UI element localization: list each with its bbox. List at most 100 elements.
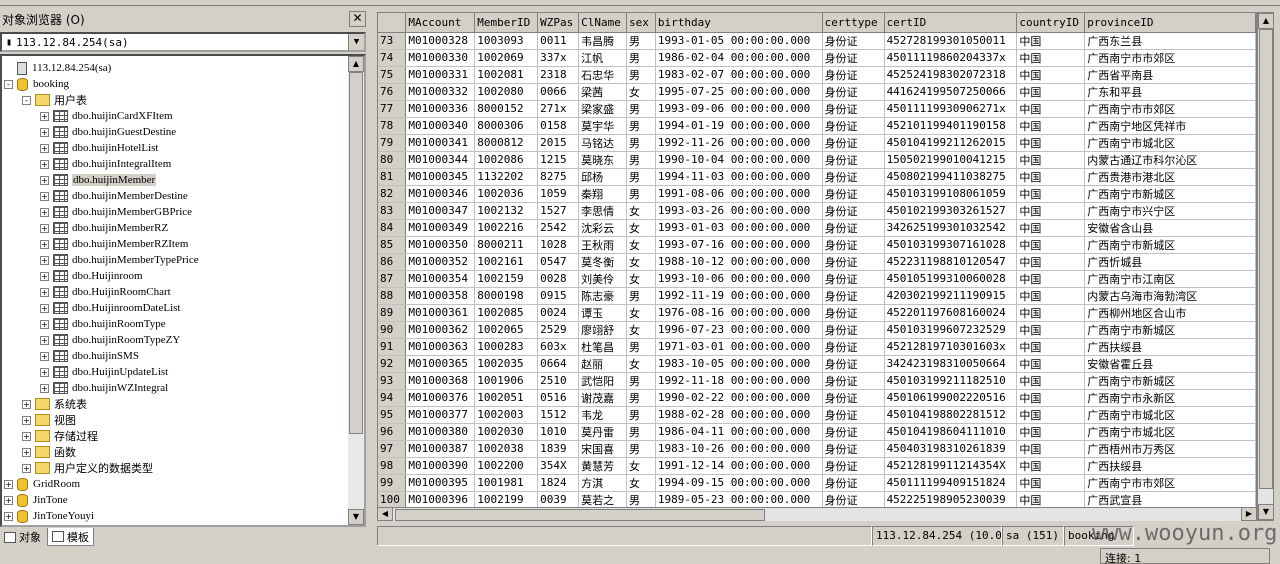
expand-icon[interactable]: + (22, 447, 31, 457)
table-cell[interactable]: 男 (626, 168, 656, 186)
table-cell[interactable]: 452728199301050011 (884, 32, 1018, 50)
table-cell[interactable]: 男 (626, 49, 656, 67)
table-cell[interactable]: 342423198310050664 (884, 355, 1018, 373)
table-cell[interactable]: 1002065 (474, 321, 539, 339)
table-cell[interactable]: 女 (626, 253, 656, 271)
table-cell[interactable]: M01000354 (405, 270, 476, 288)
table-cell[interactable]: 中国 (1016, 474, 1086, 492)
table-cell[interactable]: 女 (626, 219, 656, 237)
table-cell[interactable]: M01000340 (405, 117, 476, 135)
table-cell[interactable]: 女 (626, 83, 656, 101)
tree-node[interactable]: + dbo.huijinMemberRZItem (40, 236, 188, 252)
table-cell[interactable]: 1002132 (474, 202, 539, 220)
table-cell[interactable]: 1002030 (474, 423, 539, 441)
expand-icon[interactable]: + (4, 479, 13, 489)
table-cell[interactable]: 452524198302072318 (884, 66, 1018, 84)
table-cell[interactable]: 邱杨 (578, 168, 628, 186)
table-cell[interactable]: 身份证 (822, 304, 885, 322)
table-cell[interactable]: 谭玉 (578, 304, 628, 322)
table-cell[interactable]: 身份证 (822, 134, 885, 152)
table-cell[interactable]: M01000352 (405, 253, 476, 271)
collapse-icon[interactable]: - (4, 79, 13, 89)
table-cell[interactable]: 身份证 (822, 83, 885, 101)
expand-icon[interactable]: + (40, 367, 49, 377)
table-cell[interactable]: 1983-10-05 00:00:00.000 (655, 355, 823, 373)
table-cell[interactable]: 8000812 (474, 134, 539, 152)
row-number[interactable]: 86 (378, 253, 407, 271)
table-cell[interactable]: 452231198810120547 (884, 253, 1018, 271)
table-cell[interactable]: 450103199211182510 (884, 372, 1018, 390)
expand-icon[interactable]: + (40, 191, 49, 201)
tree-node[interactable]: + 视图 (22, 412, 76, 428)
table-row[interactable]: 94 M01000376 1002051 0516 谢茂嘉男 1990-02-22 00:… (378, 389, 1256, 407)
table-cell[interactable]: 广西南宁市新城区 (1084, 321, 1256, 339)
table-cell[interactable]: 身份证 (822, 338, 885, 356)
table-row[interactable]: 76 M01000332 1002080 0066 梁茜女 1995-07-25 00:0… (378, 83, 1256, 101)
table-cell[interactable]: 陈志豪 (578, 287, 628, 305)
table-cell[interactable]: 中国 (1016, 372, 1086, 390)
tree-node[interactable]: + dbo.huijinGuestDestine (40, 124, 176, 140)
column-header[interactable]: certtype (822, 13, 885, 33)
table-cell[interactable]: 中国 (1016, 457, 1086, 475)
table-cell[interactable]: 603x (537, 338, 580, 356)
table-cell[interactable]: 0915 (537, 287, 580, 305)
grid-scrollbar-horizontal[interactable]: ◀ ▶ (377, 507, 1257, 521)
table-row[interactable]: 80 M01000344 1002086 1215 莫晓东男 1990-10-04 00:… (378, 151, 1256, 169)
table-cell[interactable]: 1994-09-15 00:00:00.000 (655, 474, 823, 492)
server-select[interactable]: ▮ 113.12.84.254(sa) ▼ (0, 32, 366, 52)
table-cell[interactable]: M01000341 (405, 134, 476, 152)
table-cell[interactable]: M01000361 (405, 304, 476, 322)
table-cell[interactable]: M01000390 (405, 457, 476, 475)
table-cell[interactable]: 马铭达 (578, 134, 628, 152)
tree-node[interactable]: + dbo.huijinCardXFItem (40, 108, 173, 124)
table-cell[interactable]: 男 (626, 338, 656, 356)
table-cell[interactable]: 广西南宁市新城区 (1084, 372, 1256, 390)
table-cell[interactable]: 8000211 (474, 236, 539, 254)
table-row[interactable]: 82 M01000346 1002036 1059 秦翔男 1991-08-06 00:0… (378, 185, 1256, 203)
table-cell[interactable]: 中国 (1016, 66, 1086, 84)
expand-icon[interactable]: + (22, 463, 31, 473)
row-number[interactable]: 93 (378, 372, 407, 390)
table-cell[interactable]: 1215 (537, 151, 580, 169)
column-header[interactable]: provinceID (1084, 13, 1256, 33)
table-cell[interactable]: 广西南宁市新城区 (1084, 236, 1256, 254)
table-cell[interactable]: 1993-10-06 00:00:00.000 (655, 270, 823, 288)
column-header[interactable]: birthday (655, 13, 823, 33)
table-cell[interactable]: 1002081 (474, 66, 539, 84)
table-cell[interactable]: 452101199401190158 (884, 117, 1018, 135)
table-cell[interactable]: 内蒙古乌海市海勃湾区 (1084, 287, 1256, 305)
table-cell[interactable]: 1990-02-22 00:00:00.000 (655, 389, 823, 407)
table-cell[interactable]: 1994-11-03 00:00:00.000 (655, 168, 823, 186)
table-cell[interactable]: M01000387 (405, 440, 476, 458)
table-cell[interactable]: M01000396 (405, 491, 476, 509)
table-cell[interactable]: 45212819710301603x (884, 338, 1018, 356)
table-cell[interactable]: 1993-01-05 00:00:00.000 (655, 32, 823, 50)
tree-node[interactable]: + dbo.huijinWZIntegral (40, 380, 168, 396)
table-cell[interactable]: 1992-11-26 00:00:00.000 (655, 134, 823, 152)
expand-icon[interactable]: + (40, 271, 49, 281)
table-cell[interactable]: 中国 (1016, 321, 1086, 339)
table-cell[interactable]: 1991-08-06 00:00:00.000 (655, 185, 823, 203)
table-cell[interactable]: 身份证 (822, 168, 885, 186)
table-cell[interactable]: 441624199507250066 (884, 83, 1018, 101)
table-cell[interactable]: 1002200 (474, 457, 539, 475)
table-cell[interactable]: 中国 (1016, 440, 1086, 458)
table-cell[interactable]: 1003093 (474, 32, 539, 50)
table-cell[interactable]: 莫宇华 (578, 117, 628, 135)
tree-node[interactable]: + dbo.huijinRoomTypeZY (40, 332, 180, 348)
table-row[interactable]: 79 M01000341 8000812 2015 马铭达男 1992-11-26 00:… (378, 134, 1256, 152)
row-number[interactable]: 92 (378, 355, 407, 373)
table-row[interactable]: 75 M01000331 1002081 2318 石忠华男 1983-02-07 00:… (378, 66, 1256, 84)
table-cell[interactable]: 450105199310060028 (884, 270, 1018, 288)
grid-scrollbar-vertical[interactable]: ▲ ▼ (1257, 12, 1274, 521)
table-cell[interactable]: 身份证 (822, 219, 885, 237)
table-cell[interactable]: 1002035 (474, 355, 539, 373)
table-cell[interactable]: 450106199002220516 (884, 389, 1018, 407)
table-row[interactable]: 99 M01000395 1001981 1824 方淇女 1994-09-15 00:0… (378, 474, 1256, 492)
scroll-down-icon[interactable]: ▼ (1258, 504, 1274, 520)
expand-icon[interactable]: + (40, 175, 49, 185)
table-cell[interactable]: 1002161 (474, 253, 539, 271)
grid-corner[interactable] (378, 13, 407, 33)
table-row[interactable]: 87 M01000354 1002159 0028 刘美伶女 1993-10-06 00:… (378, 270, 1256, 288)
row-number[interactable]: 96 (378, 423, 407, 441)
